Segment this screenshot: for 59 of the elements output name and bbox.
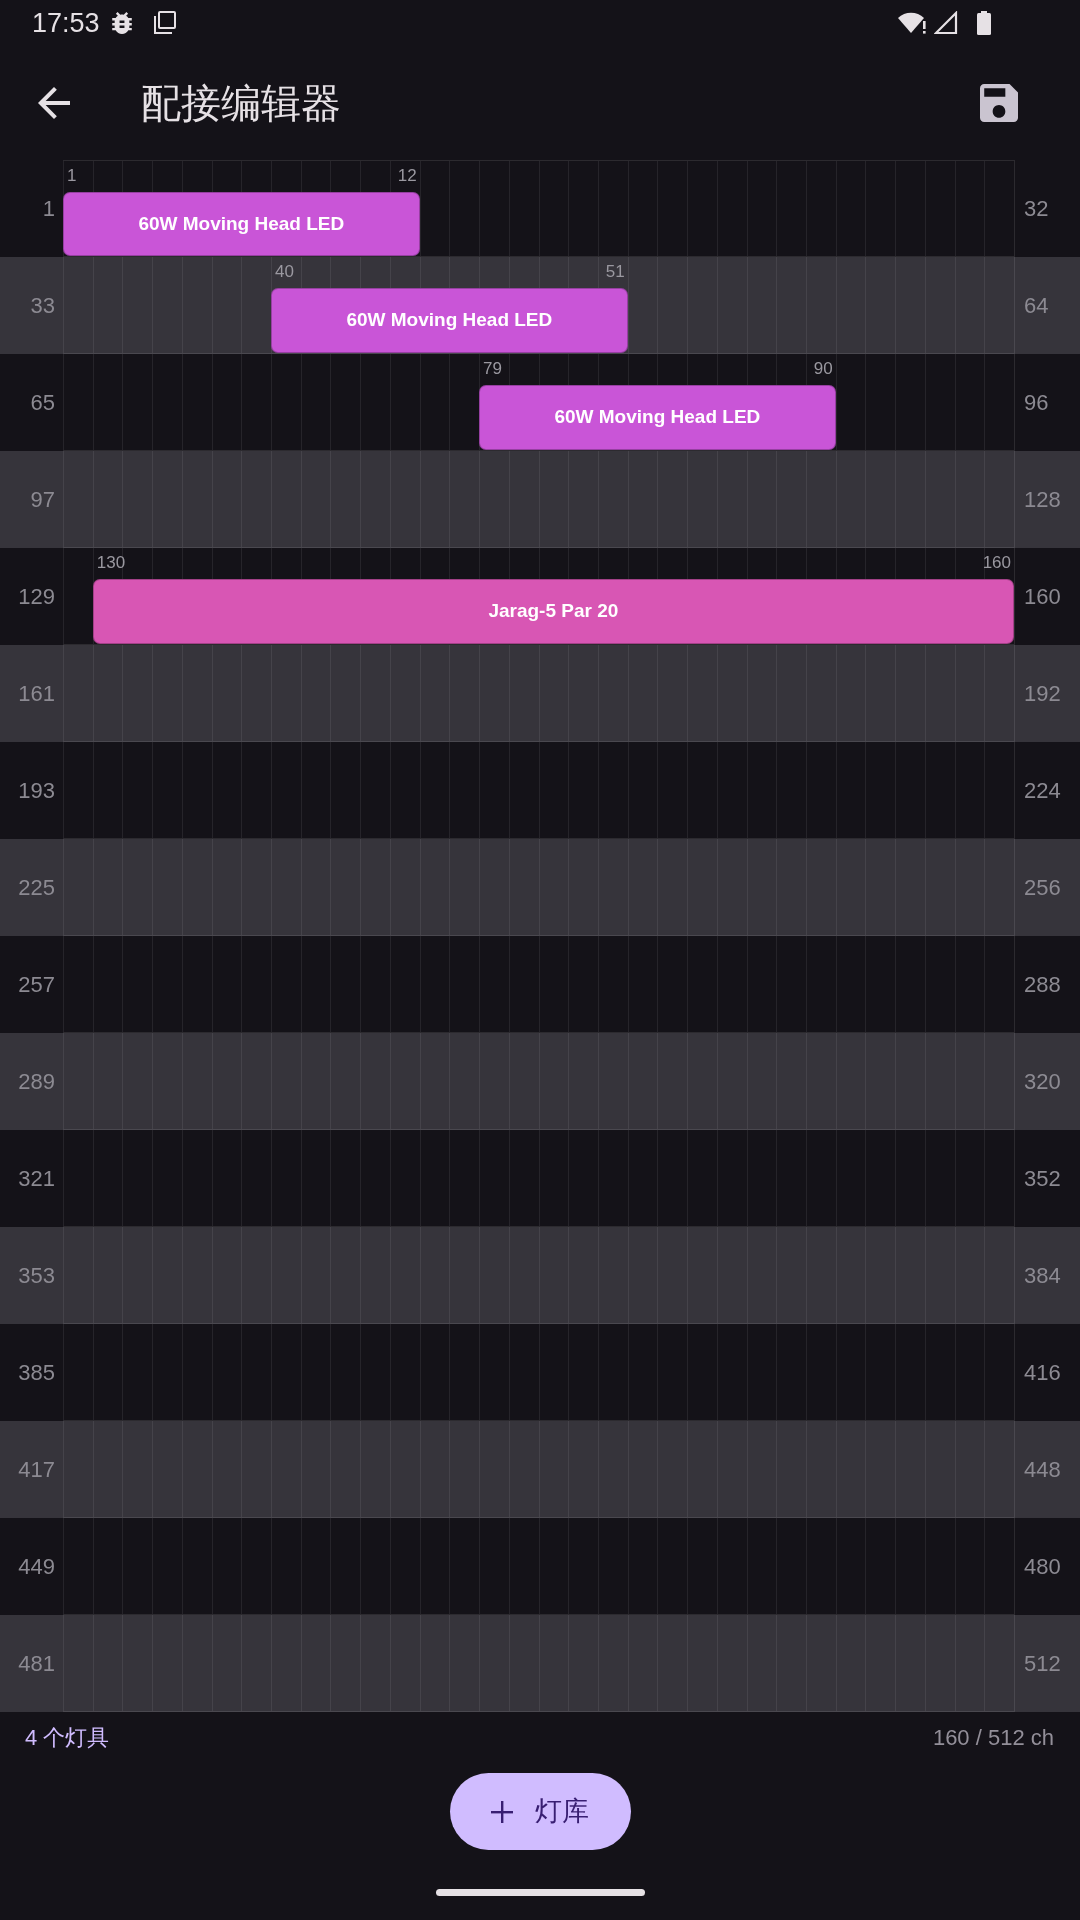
- row-end-label: 480: [1024, 1555, 1061, 1578]
- bug-icon: [110, 12, 133, 34]
- row-end-label: 64: [1024, 294, 1049, 317]
- window-title: 配接编辑器: [141, 83, 341, 123]
- row-end-label: 448: [1024, 1458, 1061, 1481]
- row-start-label: 481: [18, 1652, 55, 1675]
- row-end-label: 416: [1024, 1361, 1061, 1384]
- battery-icon: [976, 11, 992, 35]
- row-start-label: 321: [18, 1167, 55, 1190]
- row-end-label: 256: [1024, 876, 1061, 899]
- row-end-label: 160: [1024, 585, 1061, 608]
- signal-icon: [934, 11, 958, 35]
- channel-end-label: 12: [397, 167, 417, 184]
- fixture-block[interactable]: 60W Moving Head LED: [479, 385, 836, 450]
- channel-end-label: 90: [813, 360, 833, 377]
- row-start-label: 193: [18, 779, 55, 802]
- row-start-label: 353: [18, 1264, 55, 1287]
- save-icon: [980, 84, 1018, 122]
- channel-end-label: 160: [982, 554, 1011, 571]
- row-start-label: 161: [18, 682, 55, 705]
- back-button[interactable]: [38, 87, 70, 119]
- row-start-label: 97: [30, 488, 55, 511]
- fixture-block[interactable]: 60W Moving Head LED: [63, 192, 420, 256]
- row-start-label: 65: [30, 391, 55, 414]
- row-end-label: 320: [1024, 1070, 1061, 1093]
- back-arrow-icon: [38, 87, 70, 119]
- row-start-label: 449: [18, 1555, 55, 1578]
- row-start-label: 417: [18, 1458, 55, 1481]
- row-start-label: 1: [42, 197, 55, 220]
- fixture-block[interactable]: Jarag-5 Par 20: [92, 579, 1014, 644]
- overlapping-squares-icon: [151, 11, 176, 35]
- channel-start-label: 1: [67, 167, 77, 184]
- row-start-label: 225: [18, 876, 55, 899]
- channel-usage: 160 / 512 ch: [932, 1727, 1054, 1749]
- channel-end-label: 51: [605, 263, 625, 280]
- channel-start-label: 79: [483, 360, 502, 377]
- row-end-label: 352: [1024, 1167, 1061, 1190]
- row-start-label: 385: [18, 1361, 55, 1384]
- save-button[interactable]: [980, 84, 1018, 122]
- row-end-label: 384: [1024, 1264, 1061, 1287]
- wifi-icon: [898, 11, 928, 35]
- row-end-label: 96: [1024, 391, 1049, 414]
- row-end-label: 288: [1024, 973, 1061, 996]
- row-start-label: 257: [18, 973, 55, 996]
- fixture-count: 4 个灯具: [25, 1727, 110, 1749]
- row-end-label: 224: [1024, 779, 1061, 802]
- plus-icon: [491, 1800, 513, 1823]
- channel-start-label: 40: [275, 263, 294, 280]
- channel-start-label: 130: [96, 554, 126, 571]
- row-end-label: 32: [1024, 197, 1049, 220]
- status-time: 17:53: [32, 9, 100, 37]
- row-end-label: 192: [1024, 682, 1061, 705]
- row-start-label: 129: [18, 585, 55, 608]
- row-end-label: 512: [1024, 1652, 1061, 1675]
- row-start-label: 33: [30, 294, 55, 317]
- row-end-label: 128: [1024, 488, 1061, 511]
- row-start-label: 289: [18, 1070, 55, 1093]
- library-button[interactable]: 灯库: [449, 1773, 631, 1850]
- fixture-block[interactable]: 60W Moving Head LED: [271, 288, 628, 353]
